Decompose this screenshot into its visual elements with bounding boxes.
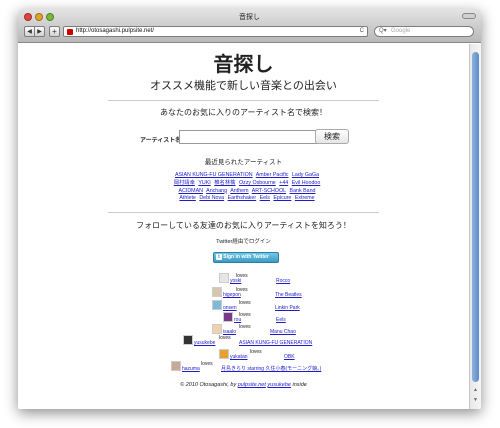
footer-copyright: © 2010 Otosagashi, by [180,382,237,388]
loves-text: loves [250,349,262,355]
loves-text: loves [236,287,248,293]
recent-artist-link[interactable]: ASIAN KUNG-FU GENERATION [175,172,253,178]
loved-artist-link[interactable]: 月島きらり starring 久住小春(モーニング娘。) [221,366,321,372]
reload-icon[interactable]: C [360,27,364,36]
loves-text: loves [239,312,251,318]
friend-avatar[interactable] [223,312,233,322]
window-title: 音探し [239,14,260,21]
tagline: オススメ機能で新しい音楽との出会い [150,80,337,92]
friend-username-link[interactable]: yusukebe [194,340,215,346]
footer-yusukebe-link[interactable]: yusukebe [267,382,291,388]
friend-username-link[interactable]: hazuma [182,366,200,372]
loved-artist-link[interactable]: ASIAN KUNG-FU GENERATION [239,340,312,346]
loves-text: loves [236,273,248,279]
recent-artist-link[interactable]: YUKI [198,180,210,186]
add-bookmark-button[interactable]: + [49,26,60,37]
address-bar[interactable]: http://otosagashi.pulpsite.net/ C [63,26,368,37]
recent-artist-link[interactable]: Debi Nova [199,195,224,201]
site-favicon-icon [67,29,73,35]
forward-button[interactable]: ▶ [34,26,45,37]
recent-artist-link[interactable]: Extreme [295,195,315,201]
loved-artist-link[interactable]: Manu Chao [270,329,296,335]
friend-avatar[interactable] [171,361,181,371]
friend-avatar[interactable] [183,335,193,345]
recent-artist-link[interactable]: Epicure [273,195,291,201]
artist-name-input[interactable] [179,130,329,144]
divider [108,212,379,213]
recent-artist-link[interactable]: ACIDMAN [179,188,203,194]
search-button[interactable]: 検索 [315,129,349,144]
page-viewport: 音探し オススメ機能で新しい音楽との出会い あなたのお気に入りのアーティスト名で… [18,44,469,409]
sign-in-with-twitter-button[interactable]: t Sign in with Twitter [213,252,279,263]
recent-artist-link[interactable]: Anthem [230,188,248,194]
divider [108,100,379,101]
loved-artist-link[interactable]: Linkin Park [275,305,300,311]
recent-artists-list: ASIAN KUNG-FU GENERATION Amber Pacific L… [173,172,323,203]
loved-artist-link[interactable]: OBK [284,354,295,360]
loved-artist-link[interactable]: Rocco [276,278,290,284]
recent-artist-link[interactable]: Amber Pacific [256,172,289,178]
toolbar-toggle-button[interactable] [462,13,476,19]
loves-text: loves [239,300,251,306]
loved-artist-link[interactable]: The Beatles [275,292,302,298]
recent-artists-heading: 最近見られたアーティスト [204,159,283,166]
recent-artist-link[interactable]: 岡村靖幸 [174,180,195,186]
browser-window: 音探し ◀ ▶ + http://otosagashi.pulpsite.net… [18,9,481,409]
footer: © 2010 Otosagashi, by pulpsite.net yusuk… [18,382,469,388]
twitter-bird-icon: t [216,254,222,260]
search-placeholder: Google [391,28,411,34]
title-bar: 音探し ◀ ▶ + http://otosagashi.pulpsite.net… [18,9,481,43]
recent-artist-link[interactable]: ART-SCHOOL [252,188,286,194]
scroll-up-arrow-icon[interactable]: ▲ [470,386,481,394]
friend-avatar[interactable] [219,349,229,359]
friends-heading: フォローしている友達のお気に入りアーティストを知ろう！ [136,221,351,230]
friend-username-link[interactable]: onsen [223,305,237,311]
friend-username-link[interactable]: yukatan [230,354,248,360]
search-field[interactable]: Q▾ Google [374,26,474,37]
twitter-login-note: Twitter経由でログイン [216,239,271,245]
footer-pulpsite-link[interactable]: pulpsite.net [238,382,266,388]
artist-name-label: アーティスト名 [140,138,182,144]
recent-artist-link[interactable]: Bank Band [290,188,316,194]
loves-text: loves [219,335,231,341]
friend-avatar[interactable] [212,287,222,297]
scrollbar-thumb[interactable] [472,52,479,382]
recent-artist-link[interactable]: +44 [279,180,288,186]
friend-avatar[interactable] [212,300,222,310]
friend-avatar[interactable] [219,273,229,283]
loved-artist-link[interactable]: Eels [276,317,286,323]
twitter-button-label: Sign in with Twitter [223,254,269,260]
scroll-down-arrow-icon[interactable]: ▼ [470,396,481,404]
recent-artist-link[interactable]: Athlete [179,195,196,201]
recent-artist-link[interactable]: 椎名林檎 [214,180,235,186]
vertical-scrollbar[interactable]: ▲ ▼ [469,44,481,409]
friend-avatar[interactable] [212,324,222,334]
recent-artist-link[interactable]: Lady GaGa [292,172,319,178]
search-heading: あなたのお気に入りのアーティスト名で検索！ [159,108,328,117]
url-text: http://otosagashi.pulpsite.net/ [76,28,155,34]
loves-text: loves [201,361,213,367]
footer-suffix: inside [292,382,307,388]
search-icon: Q▾ [379,28,387,34]
recent-artist-link[interactable]: Anchang [206,188,227,194]
page-title: 音探し [213,54,274,76]
recent-artist-link[interactable]: Eels [260,195,270,201]
recent-artist-link[interactable]: Earthshaker [228,195,257,201]
recent-artist-link[interactable]: Ozzy Osbourne [239,180,276,186]
loves-text: loves [239,324,251,330]
recent-artist-link[interactable]: Evil Hoodoo [292,180,321,186]
